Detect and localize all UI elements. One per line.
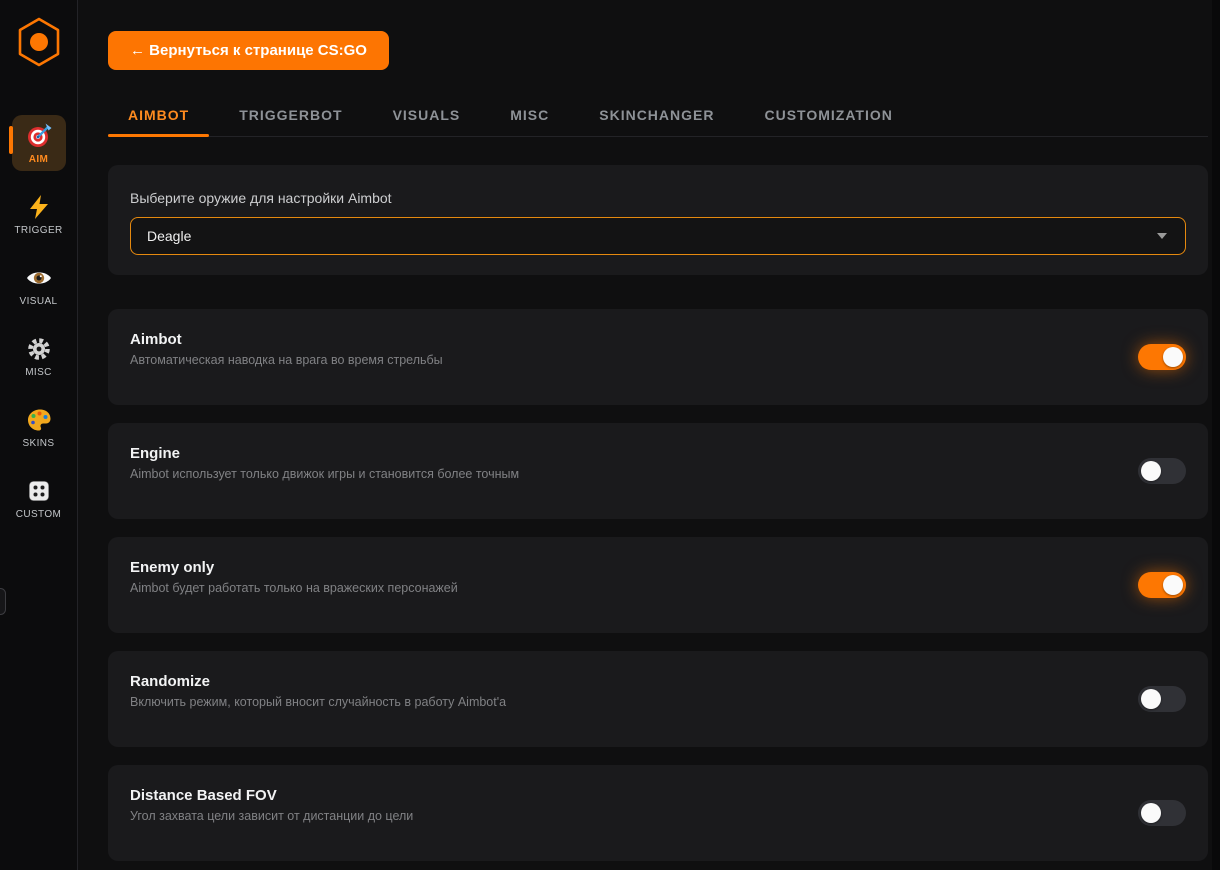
tab-visuals[interactable]: VISUALS (373, 97, 481, 136)
sidebar-item-skins[interactable]: SKINS (12, 399, 66, 455)
setting-description: Включить режим, который вносит случайнос… (130, 695, 1186, 709)
chevron-down-icon (1157, 233, 1167, 239)
sidebar-item-aim[interactable]: AIM (12, 115, 66, 171)
tab-customization[interactable]: CUSTOMIZATION (744, 97, 912, 136)
sidebar-item-label: CUSTOM (16, 509, 62, 520)
back-to-csgo-button[interactable]: ← Вернуться к странице CS:GO (108, 31, 389, 70)
dice-icon (26, 478, 52, 504)
toggle-knob (1163, 347, 1183, 367)
setting-row-aimbot: Aimbot Автоматическая наводка на врага в… (108, 309, 1208, 405)
main-content: ← Вернуться к странице CS:GO AIMBOT TRIG… (79, 0, 1212, 861)
tab-skinchanger[interactable]: SKINCHANGER (579, 97, 734, 136)
setting-row-engine: Engine Aimbot использует только движок и… (108, 423, 1208, 519)
sidebar-item-label: MISC (25, 367, 52, 378)
toggle-knob (1141, 689, 1161, 709)
lightning-icon (26, 194, 52, 220)
setting-row-randomize: Randomize Включить режим, который вносит… (108, 651, 1208, 747)
distance-fov-toggle[interactable] (1138, 800, 1186, 826)
setting-row-distance-fov: Distance Based FOV Угол захвата цели зав… (108, 765, 1208, 861)
setting-description: Угол захвата цели зависит от дистанции д… (130, 809, 1186, 823)
sidebar: AIM TRIGGER VISUAL MISC (0, 0, 78, 870)
enemy-only-toggle[interactable] (1138, 572, 1186, 598)
sidebar-item-custom[interactable]: CUSTOM (12, 470, 66, 526)
sidebar-item-misc[interactable]: MISC (12, 328, 66, 384)
sidebar-item-label: TRIGGER (14, 225, 62, 236)
hexagon-dot-logo-icon (16, 16, 62, 68)
setting-title: Aimbot (130, 331, 1186, 348)
weapon-select[interactable]: Deagle (130, 217, 1186, 255)
weapon-select-card: Выберите оружие для настройки Aimbot Dea… (108, 165, 1208, 275)
gear-icon (26, 336, 52, 362)
engine-toggle[interactable] (1138, 458, 1186, 484)
toggle-knob (1163, 575, 1183, 595)
tabs-bar: AIMBOT TRIGGERBOT VISUALS MISC SKINCHANG… (108, 97, 1208, 137)
tab-triggerbot[interactable]: TRIGGERBOT (219, 97, 362, 136)
sidebar-item-label: AIM (29, 154, 49, 165)
sidebar-item-trigger[interactable]: TRIGGER (12, 186, 66, 242)
setting-row-enemy-only: Enemy only Aimbot будет работать только … (108, 537, 1208, 633)
setting-title: Enemy only (130, 559, 1186, 576)
setting-title: Randomize (130, 673, 1186, 690)
setting-description: Aimbot использует только движок игры и с… (130, 467, 1186, 481)
toggle-knob (1141, 461, 1161, 481)
sidebar-nav: AIM TRIGGER VISUAL MISC (12, 115, 66, 526)
toggle-knob (1141, 803, 1161, 823)
drawer-handle[interactable] (0, 588, 6, 615)
tab-misc[interactable]: MISC (490, 97, 569, 136)
scrollbar-track[interactable] (1212, 0, 1220, 870)
weapon-select-label: Выберите оружие для настройки Aimbot (130, 190, 1186, 206)
randomize-toggle[interactable] (1138, 686, 1186, 712)
setting-title: Distance Based FOV (130, 787, 1186, 804)
setting-title: Engine (130, 445, 1186, 462)
setting-description: Aimbot будет работать только на вражески… (130, 581, 1186, 595)
app-logo[interactable] (16, 16, 62, 73)
eye-icon (26, 265, 52, 291)
sidebar-item-label: SKINS (22, 438, 54, 449)
palette-icon (26, 407, 52, 433)
setting-description: Автоматическая наводка на врага во время… (130, 353, 1186, 367)
sidebar-item-visual[interactable]: VISUAL (12, 257, 66, 313)
target-dart-icon (26, 123, 52, 149)
weapon-select-value: Deagle (147, 228, 191, 244)
aimbot-toggle[interactable] (1138, 344, 1186, 370)
tab-aimbot[interactable]: AIMBOT (108, 97, 209, 136)
sidebar-item-label: VISUAL (20, 296, 58, 307)
